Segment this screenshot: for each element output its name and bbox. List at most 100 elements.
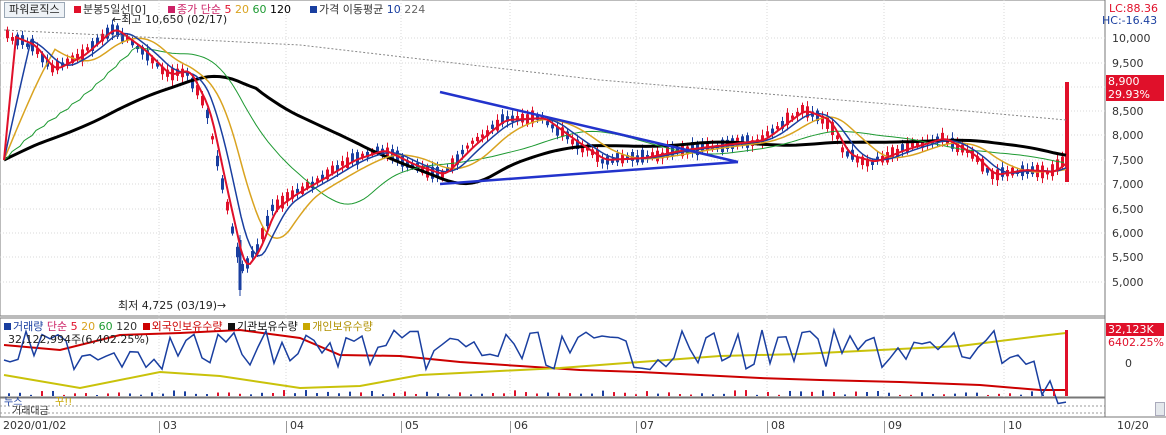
individual-holdings-line xyxy=(3,332,1067,390)
volume-square-icon xyxy=(4,323,11,330)
date-separator xyxy=(767,421,768,433)
candle-body xyxy=(461,149,464,155)
candle-body xyxy=(871,161,874,165)
ma224-legend: 224 xyxy=(404,3,426,16)
price-tick: 7,500 xyxy=(1112,154,1144,167)
volume-bar xyxy=(690,394,692,396)
volume-bar xyxy=(448,394,450,396)
volume-bar xyxy=(701,393,703,396)
powerlogix-button[interactable]: 파워로직스 xyxy=(4,2,65,18)
hc-value: HC:-16.43 xyxy=(1102,14,1158,27)
volume-bar xyxy=(624,392,626,396)
trade-amount-label[interactable]: 거래대금 xyxy=(12,407,49,417)
volume-bar xyxy=(734,390,736,396)
foreign-square-icon xyxy=(142,323,150,330)
volume-bar xyxy=(756,394,758,396)
volume-bar xyxy=(151,392,153,396)
ma20-legend: 20 xyxy=(234,3,249,16)
volume-bar xyxy=(74,393,76,396)
volume-bar xyxy=(954,393,956,396)
volume-bar xyxy=(349,391,351,396)
price-panel-border xyxy=(0,0,1106,317)
date-separator xyxy=(159,421,160,433)
candle-body xyxy=(441,171,444,178)
volume-bar xyxy=(162,393,164,396)
volume-bar xyxy=(327,391,329,396)
price-ma-legend[interactable]: 가격 이동평균 10 224 xyxy=(310,3,425,16)
volume-bar xyxy=(613,392,615,396)
volume-lines xyxy=(3,327,1068,405)
volume-bar xyxy=(789,390,791,396)
volume-bar xyxy=(437,393,439,396)
volume-bar xyxy=(569,393,571,396)
volume-bar xyxy=(8,393,10,396)
volume-bar xyxy=(976,392,978,396)
candle-body xyxy=(476,136,479,142)
volume-bar xyxy=(800,391,802,396)
volume-bar xyxy=(987,394,989,396)
volume-legend[interactable]: 거래량 단순 5 20 60 120 외국인보유수량 기관보유수량 개인보유수량 xyxy=(4,320,373,333)
volume-bar xyxy=(173,390,175,396)
volume-bar xyxy=(822,390,824,396)
candle-body xyxy=(471,140,474,144)
volume-bar xyxy=(591,393,593,396)
date-separator xyxy=(286,421,287,433)
volume-bar xyxy=(96,394,98,396)
volume-bar xyxy=(250,394,252,396)
volume-bar xyxy=(217,392,219,396)
volume-bar xyxy=(393,392,395,396)
volume-bar xyxy=(646,391,648,396)
volume-bar xyxy=(580,393,582,396)
volume-bar xyxy=(602,390,604,396)
candle-body xyxy=(341,161,344,166)
volume-bar xyxy=(855,391,857,396)
grid-lines xyxy=(0,0,1105,397)
volume-bar xyxy=(767,391,769,396)
volume-bar xyxy=(668,392,670,396)
volume-zero-tick: 0 xyxy=(1125,357,1132,370)
candle-body xyxy=(841,147,844,153)
candle-body xyxy=(221,178,224,190)
volume-bar xyxy=(910,394,912,396)
volume-bar xyxy=(657,393,659,396)
volume-bar xyxy=(1009,393,1011,396)
high-price-annotation: ←최고 10,650 (02/17) xyxy=(112,13,228,26)
candle-body xyxy=(601,159,604,164)
volume-bar xyxy=(503,393,505,396)
volume-bar xyxy=(536,393,538,396)
last-volume-bar xyxy=(1065,330,1068,396)
price-chart[interactable] xyxy=(0,0,1166,435)
arrow-right-icon: → xyxy=(217,299,227,312)
volume-bar xyxy=(184,391,186,396)
date-separator xyxy=(510,421,511,433)
volume-bar xyxy=(140,394,142,396)
volume-bar xyxy=(470,394,472,396)
volume-bar xyxy=(382,394,384,396)
volume-bar xyxy=(712,394,714,396)
volume-bar xyxy=(294,393,296,396)
volume-pct-tag: 6402.25% xyxy=(1108,336,1164,349)
volume-bar xyxy=(811,391,813,396)
volume-bar xyxy=(85,393,87,396)
volume-bar xyxy=(745,390,747,396)
price-tick: 6,000 xyxy=(1112,227,1144,240)
date-separator xyxy=(884,421,885,433)
volume-bar xyxy=(679,394,681,396)
volume-value-text: 32,122,994주(6,402.25%) xyxy=(8,333,150,346)
volume-bar xyxy=(206,394,208,396)
volume-tag: 32,123K xyxy=(1106,323,1164,336)
date-tick: 08 xyxy=(771,419,785,432)
volume-bar xyxy=(998,393,1000,396)
volume-bar xyxy=(965,392,967,396)
volume-bar xyxy=(547,392,549,396)
candle-body xyxy=(571,139,574,145)
volume-bar xyxy=(41,391,43,396)
volume-bar xyxy=(19,392,21,396)
date-separator xyxy=(1004,421,1005,433)
volume-bar xyxy=(283,390,285,396)
price-ma-square-icon xyxy=(310,6,317,13)
date-tick: 04 xyxy=(290,419,304,432)
chart-scrollbar[interactable] xyxy=(1155,402,1165,416)
volume-bar xyxy=(899,394,901,396)
candle-body xyxy=(911,142,914,147)
